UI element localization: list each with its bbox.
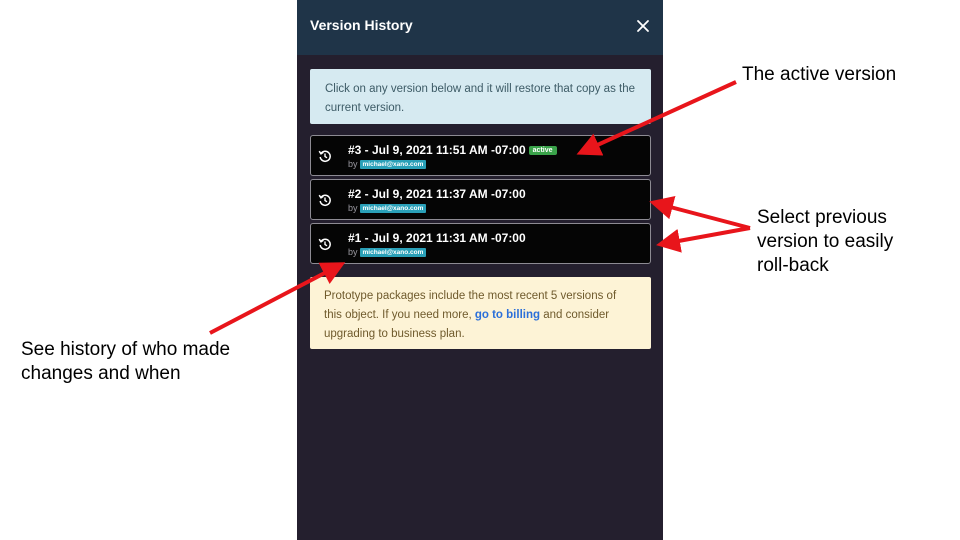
version-title: #3 - Jul 9, 2021 11:51 AM -07:00 active [348, 143, 557, 157]
by-label: by [348, 159, 358, 169]
history-icon [318, 238, 331, 251]
callout-line: version to easily [757, 231, 894, 252]
callout-line: See history of who made [21, 339, 231, 360]
callout-line: Select previous [757, 207, 887, 228]
version-title: #1 - Jul 9, 2021 11:31 AM -07:00 [348, 231, 526, 245]
callout-line: roll-back [757, 255, 829, 276]
callout-active-version: The active version [742, 64, 897, 85]
by-label: by [348, 247, 358, 257]
version-title-text: #3 - Jul 9, 2021 11:51 AM -07:00 [348, 143, 526, 157]
panel-header: Version History [297, 0, 663, 55]
author-email: michael@xano.com [359, 160, 427, 169]
version-author: by michael@xano.com [348, 159, 427, 169]
history-icon [318, 194, 331, 207]
version-item-3[interactable]: #3 - Jul 9, 2021 11:51 AM -07:00 active b… [310, 135, 651, 176]
panel-title: Version History [310, 17, 413, 33]
close-icon [637, 20, 649, 32]
arrow-to-version-1 [656, 226, 751, 253]
by-label: by [348, 203, 358, 213]
version-history-panel: Version History Click on any version bel… [297, 0, 663, 540]
plan-limit-warning: Prototype packages include the most rece… [310, 277, 651, 349]
callout-select-previous: Select previous version to easily roll-b… [757, 206, 893, 278]
version-item-1[interactable]: #1 - Jul 9, 2021 11:31 AM -07:00 by micha… [310, 223, 651, 264]
version-author: by michael@xano.com [348, 203, 427, 213]
history-icon [318, 150, 331, 163]
version-title: #2 - Jul 9, 2021 11:37 AM -07:00 [348, 187, 526, 201]
author-email: michael@xano.com [359, 204, 427, 213]
version-author: by michael@xano.com [348, 247, 427, 257]
active-badge: active [528, 146, 557, 155]
info-message: Click on any version below and it will r… [310, 69, 651, 124]
arrow-to-version-2 [649, 195, 751, 230]
go-to-billing-link[interactable]: go to billing [475, 309, 540, 321]
version-item-2[interactable]: #2 - Jul 9, 2021 11:37 AM -07:00 by micha… [310, 179, 651, 220]
close-button[interactable] [631, 14, 655, 38]
author-email: michael@xano.com [359, 248, 427, 257]
callout-history: See history of who made changes and when [21, 338, 230, 386]
callout-line: changes and when [21, 363, 181, 384]
